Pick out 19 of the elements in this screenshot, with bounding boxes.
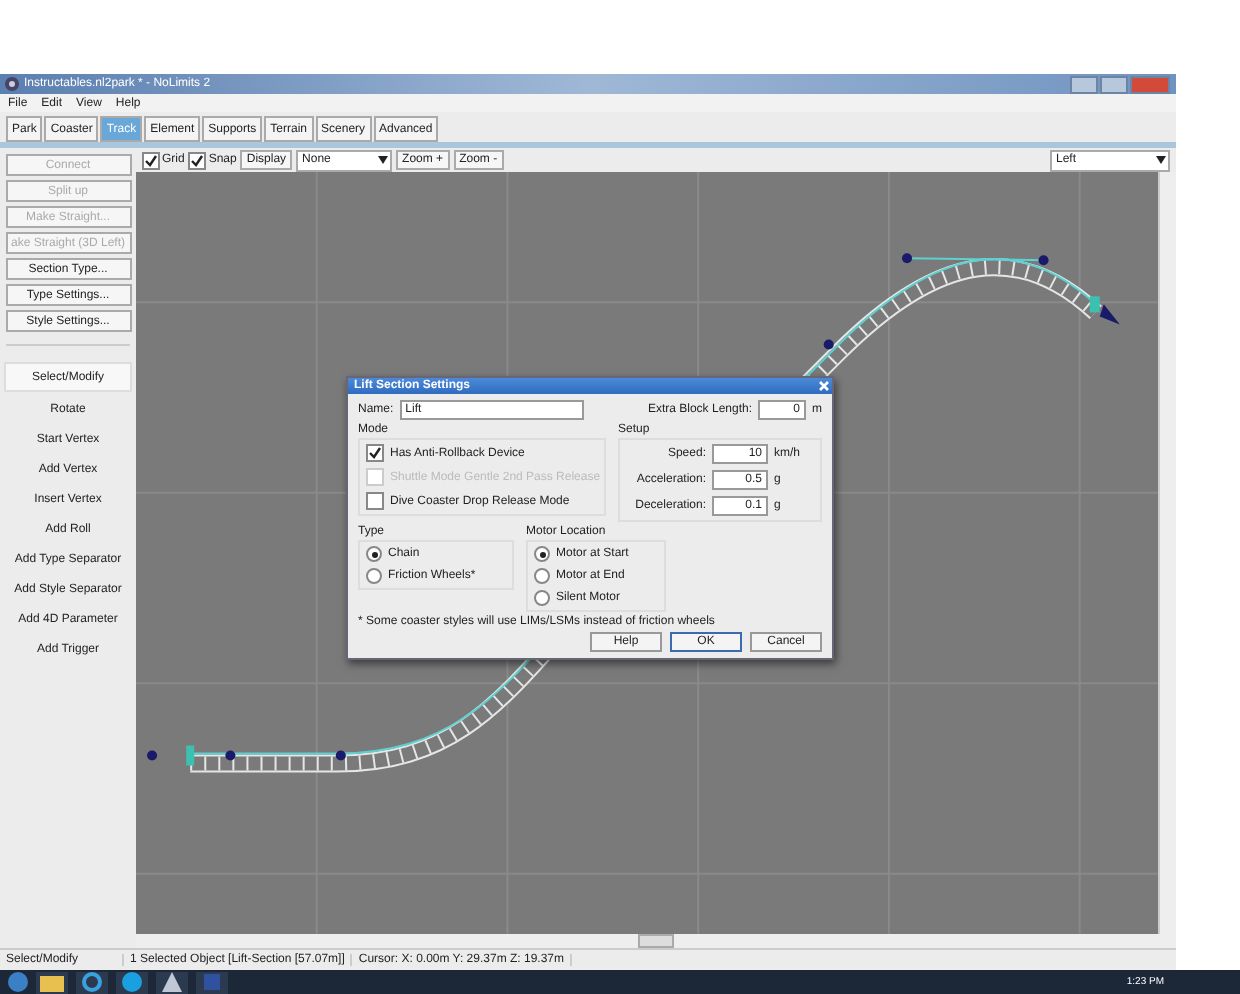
radio-button[interactable]	[366, 568, 382, 584]
radio-button[interactable]	[534, 568, 550, 584]
radio-button[interactable]	[534, 546, 550, 562]
caret-icon	[1156, 156, 1166, 164]
browser-icon[interactable]	[76, 971, 108, 993]
app-icon[interactable]	[156, 971, 188, 993]
maximize-button[interactable]	[1100, 75, 1128, 93]
radio-button[interactable]	[534, 590, 550, 606]
start-button[interactable]	[8, 972, 28, 992]
app-icon	[4, 76, 20, 92]
checkbox[interactable]	[366, 444, 384, 462]
minimize-button[interactable]	[1070, 75, 1098, 93]
checkbox[interactable]	[142, 151, 160, 169]
checkbox[interactable]	[188, 151, 207, 169]
caret-icon	[378, 156, 389, 164]
radio-button[interactable]	[366, 546, 382, 562]
folder-icon[interactable]	[36, 971, 68, 993]
app-icon[interactable]	[116, 971, 148, 993]
checkbox[interactable]	[366, 492, 384, 510]
